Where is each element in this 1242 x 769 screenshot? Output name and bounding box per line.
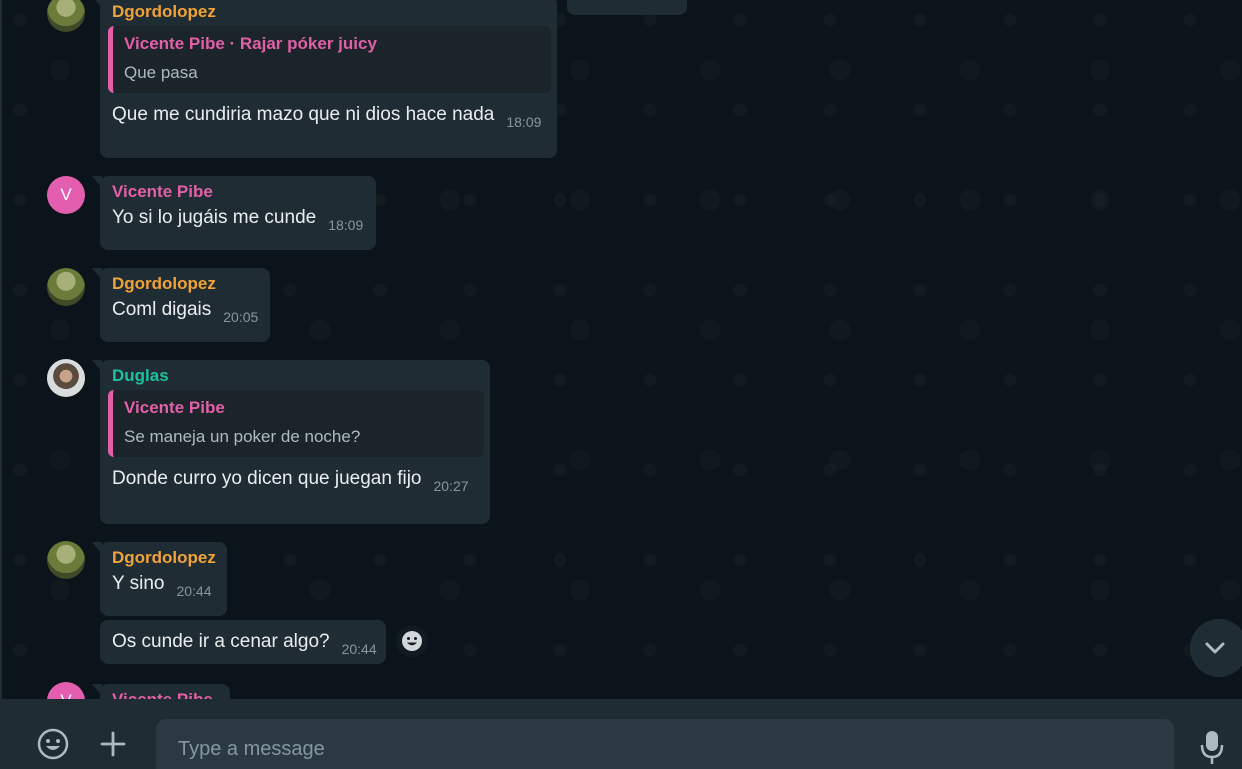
message-text: Coml digais: [112, 299, 212, 320]
microphone-icon: [1200, 731, 1224, 764]
quoted-message[interactable]: Vicente Pibe · Rajar póker juicy Que pas…: [108, 26, 551, 93]
emoji-icon: [37, 728, 69, 760]
emoji-reaction-button[interactable]: [396, 625, 428, 657]
message-text: Que me cundiria mazo que ni dios hace na…: [112, 104, 495, 125]
chat-panel: Dgordolopez Vicente Pibe · Rajar póker j…: [0, 0, 1242, 699]
message-time: 20:05: [223, 309, 259, 325]
chevron-down-icon: [1205, 642, 1225, 654]
message-bubble[interactable]: Vicente Pibe Yo si lo jugáis me cunde 18…: [92, 176, 376, 250]
emoji-button[interactable]: [34, 725, 72, 763]
message-bubble[interactable]: Duglas Vicente Pibe Se maneja un poker d…: [92, 360, 490, 524]
message-bubble[interactable]: Dgordolopez Vicente Pibe · Rajar póker j…: [92, 0, 557, 158]
message-text: Os cunde ir a cenar algo?: [112, 631, 330, 652]
message-text: Yo si lo jugáis me cunde: [112, 207, 317, 228]
voice-message-button[interactable]: [1196, 727, 1228, 767]
message-time: 18:09: [328, 217, 364, 233]
attach-button[interactable]: [96, 727, 130, 761]
message-input-placeholder: Type a message: [178, 738, 325, 760]
avatar[interactable]: [47, 541, 85, 579]
message-composer: Type a message: [0, 699, 1242, 769]
avatar[interactable]: [47, 359, 85, 397]
message-text: Y sino: [112, 573, 165, 594]
avatar[interactable]: [47, 0, 85, 32]
sender-name[interactable]: Dgordolopez: [112, 2, 547, 22]
message-bubble[interactable]: Dgordolopez Y sino 20:44: [92, 542, 227, 616]
message-bubble[interactable]: Os cunde ir a cenar algo? 20:44: [100, 620, 386, 664]
partial-message-bubble: [567, 0, 687, 15]
quoted-text: Que pasa: [124, 63, 198, 82]
quoted-sender: Vicente Pibe: [124, 398, 225, 417]
sender-name[interactable]: Vicente Pibe: [112, 182, 366, 202]
plus-icon: [100, 731, 126, 757]
avatar[interactable]: [47, 268, 85, 306]
message-input[interactable]: Type a message: [156, 719, 1174, 769]
message-time: 20:44: [341, 641, 377, 657]
sender-name[interactable]: Vicente Pibe: [112, 690, 220, 699]
emoji-reaction-icon: [402, 631, 422, 651]
avatar[interactable]: V: [47, 176, 85, 214]
quoted-text: Se maneja un poker de noche?: [124, 427, 361, 446]
avatar[interactable]: V: [47, 682, 85, 699]
sender-name[interactable]: Dgordolopez: [112, 548, 217, 568]
message-time: 18:09: [506, 114, 542, 130]
message-bubble[interactable]: Dgordolopez Coml digais 20:05: [92, 268, 270, 342]
message-time: 20:44: [176, 583, 212, 599]
sender-name[interactable]: Dgordolopez: [112, 274, 260, 294]
message-text: Donde curro yo dicen que juegan fijo: [112, 468, 422, 489]
quoted-sender: Vicente Pibe · Rajar póker juicy: [124, 34, 377, 53]
sender-name[interactable]: Duglas: [112, 366, 480, 386]
quoted-message[interactable]: Vicente Pibe Se maneja un poker de noche…: [108, 390, 484, 457]
message-bubble[interactable]: Vicente Pibe: [92, 684, 230, 699]
message-time: 20:27: [433, 478, 469, 494]
scroll-to-bottom-button[interactable]: [1190, 619, 1242, 677]
